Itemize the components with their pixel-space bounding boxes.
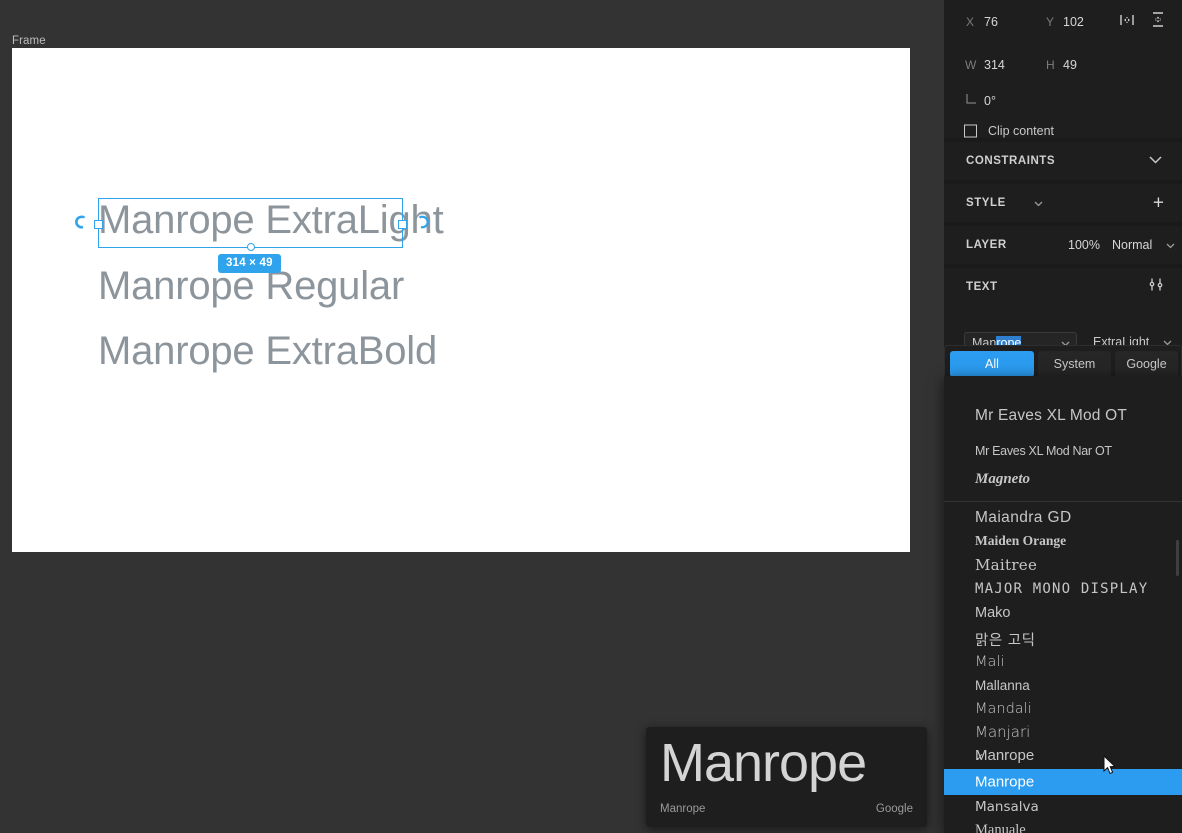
h-value[interactable]: 49 [1063,58,1077,72]
font-list-item-label: Mr Eaves XL Mod OT [975,406,1128,424]
rotate-ccw-icon[interactable] [72,214,88,234]
font-preview-family: Manrope [660,803,706,815]
canvas-area[interactable]: Frame Manrope ExtraLight Manrope Regular… [0,0,944,833]
selection-bounding-box[interactable] [94,198,407,251]
font-preview-sample: Manrope [660,733,867,793]
font-list-item-label: 맑은 고딕 [975,632,1036,649]
figma-window: Frame Manrope ExtraLight Manrope Regular… [0,0,1182,833]
x-label: X [966,14,975,29]
rotate-cw-icon[interactable] [416,214,432,234]
transform-section: X 76 Y 102 W 314 H 49 0° Clip content [944,0,1182,138]
resize-vertical-icon[interactable] [1151,11,1165,32]
font-list-item-label: Mr Eaves XL Mod Nar OT [975,443,1112,458]
tab-system[interactable]: System [1038,351,1111,377]
style-section[interactable]: STYLE + [944,184,1182,222]
rotation-value[interactable]: 0° [984,94,996,108]
w-value[interactable]: 314 [984,58,1005,72]
font-preview-tooltip: Manrope Manrope Google [646,727,927,827]
x-value[interactable]: 76 [984,15,998,29]
chevron-down-icon[interactable] [1149,155,1162,167]
text-settings-icon[interactable] [1148,277,1164,298]
layer-blend-mode-value[interactable]: Normal [1112,238,1152,252]
layer-section: LAYER 100% Normal [944,226,1182,264]
constraints-title: CONSTRAINTS [966,155,1056,167]
font-list-item-label: Manuale [975,821,1026,833]
selection-dimensions-badge: 314 × 49 [218,254,281,273]
tab-all[interactable]: All [950,351,1034,377]
w-label: W [965,57,977,72]
y-label: Y [1046,14,1055,29]
font-list-scrollbar[interactable] [1176,540,1179,576]
tab-google[interactable]: Google [1115,351,1178,377]
font-list-item-highlighted[interactable]: Manrope [944,769,1182,795]
font-list-divider [944,501,1182,502]
clip-content-checkbox[interactable] [964,124,977,138]
artboard-frame[interactable]: Manrope ExtraLight Manrope Regular Manro… [12,48,910,552]
wh-row: W 314 H 49 [944,43,1182,86]
font-list-item-label: Manrope [975,773,1035,791]
font-list-item-label: Mansalva [975,798,1039,815]
style-title: STYLE [966,197,1006,209]
font-list-item-label: Maiandra GD [975,508,1072,526]
font-list-item-label: Mallanna [975,677,1030,693]
layer-title: LAYER [966,239,1007,251]
y-value[interactable]: 102 [1063,15,1084,29]
style-chevron-down-icon[interactable] [1034,194,1043,212]
resize-horizontal-icon[interactable] [1119,13,1135,31]
font-preview-source: Google [875,803,913,815]
font-list-item-label: Magneto [975,471,1031,487]
resize-handle-left[interactable] [94,220,103,229]
font-list-item-label: Manjari [975,723,1031,741]
frame-label[interactable]: Frame [12,35,46,47]
resize-handle-right[interactable] [398,220,407,229]
mouse-pointer-icon [1103,754,1116,775]
font-list-item-label: Manrope [975,747,1035,764]
text-section-header: TEXT [944,268,1182,306]
clip-content-label: Clip content [988,124,1055,138]
font-family-dropdown[interactable]: All System Google Mr Eaves XL Mod OT Mr E… [944,345,1182,833]
add-style-button[interactable]: + [1153,194,1164,213]
font-list-item-label: Maitree [975,556,1038,574]
font-list-item-label: Mandali [975,700,1032,717]
constraints-section[interactable]: CONSTRAINTS [944,142,1182,180]
font-list-item-label: MAJOR MONO DISPLAY [975,581,1149,597]
font-list-item-label: Mali [975,653,1005,670]
layer-opacity-value[interactable]: 100% [1068,238,1100,252]
h-label: H [1046,57,1055,72]
font-list-item-label: Mako [975,604,1011,621]
rotation-icon [965,92,977,110]
text-title: TEXT [966,281,998,293]
font-list-item-label: Maiden Orange [975,532,1067,548]
rotation-row: 0° [944,86,1182,116]
text-sample-extrabold[interactable]: Manrope ExtraBold [98,329,437,374]
blend-mode-chevron-down-icon[interactable] [1166,236,1175,254]
font-list[interactable]: Mr Eaves XL Mod OT Mr Eaves XL Mod Nar OT… [944,376,1182,833]
rotation-handle[interactable] [246,243,255,251]
xy-row: X 76 Y 102 [944,0,1182,43]
